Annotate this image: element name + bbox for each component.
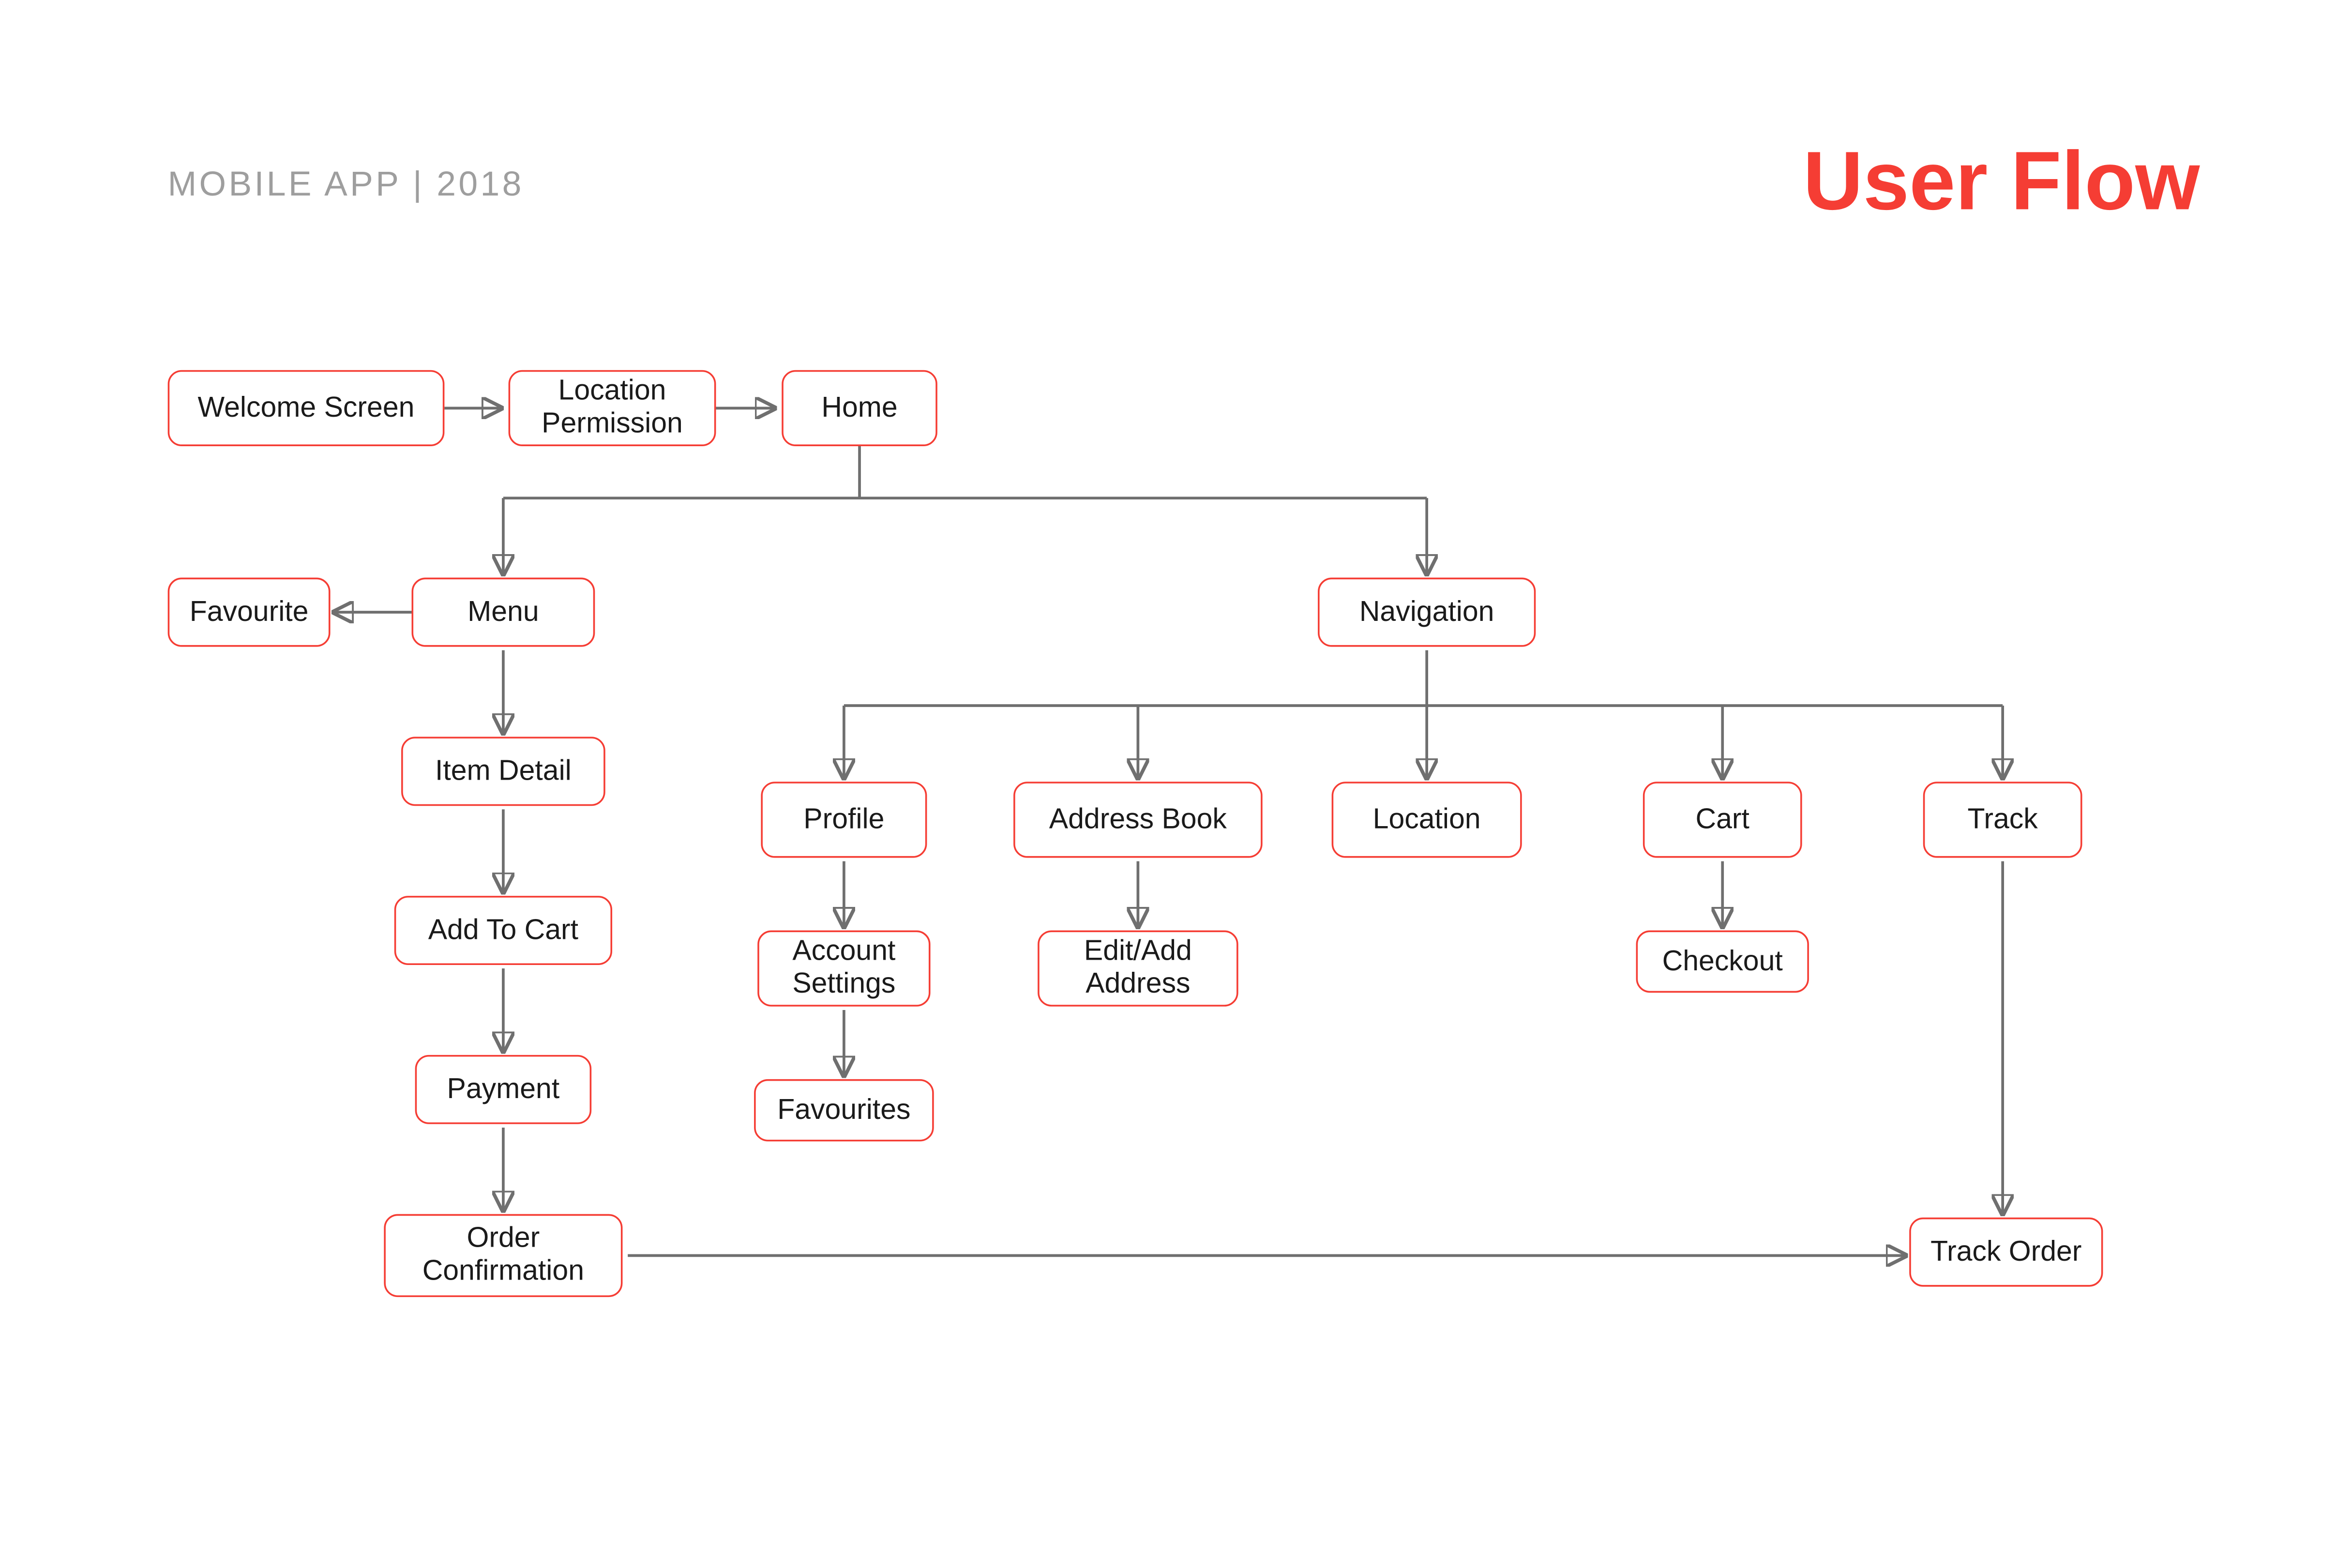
node-item-detail: Item Detail: [401, 737, 605, 806]
node-track: Track: [1923, 782, 2082, 858]
node-menu: Menu: [412, 578, 595, 647]
node-welcome-screen: Welcome Screen: [168, 370, 445, 446]
node-location-permission: Location Permission: [509, 370, 716, 446]
node-favourites: Favourites: [754, 1079, 934, 1142]
node-account-settings: Account Settings: [757, 931, 930, 1007]
node-home: Home: [782, 370, 937, 446]
node-payment: Payment: [415, 1055, 592, 1124]
page-subtitle: MOBILE APP | 2018: [168, 166, 524, 206]
node-checkout: Checkout: [1636, 931, 1809, 993]
node-track-order: Track Order: [1909, 1218, 2103, 1287]
node-address-book: Address Book: [1013, 782, 1263, 858]
node-favourite: Favourite: [168, 578, 331, 647]
node-location: Location: [1332, 782, 1522, 858]
node-profile: Profile: [761, 782, 927, 858]
node-cart: Cart: [1643, 782, 1802, 858]
node-navigation: Navigation: [1318, 578, 1536, 647]
node-add-to-cart: Add To Cart: [394, 896, 612, 965]
node-order-confirmation: Order Confirmation: [384, 1214, 622, 1297]
page-title: User Flow: [1803, 135, 2200, 230]
node-edit-add-address: Edit/Add Address: [1038, 931, 1238, 1007]
user-flow-diagram: MOBILE APP | 2018 User Flow: [0, 0, 2352, 1567]
